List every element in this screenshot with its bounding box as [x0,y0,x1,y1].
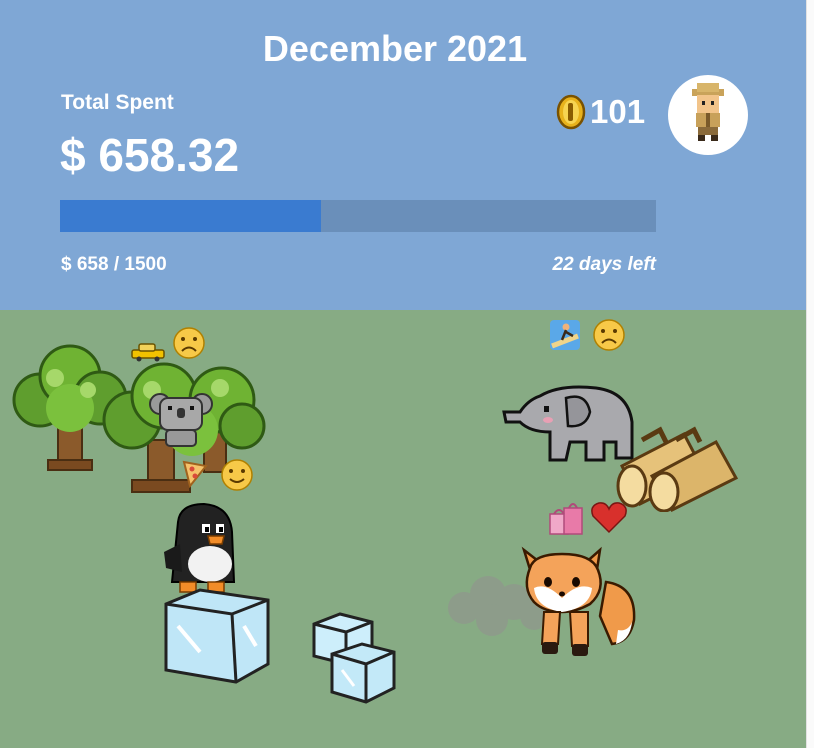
frown-emoji-icon [593,319,625,351]
taxi-icon [131,343,165,362]
ice-cubes-icon [312,612,396,704]
budget-header: December 2021 Total Spent $ 658.32 101 $… [0,0,806,310]
shopping-bags-icon [549,503,583,535]
pizza-icon [182,460,208,488]
frown-emoji-icon [173,327,205,359]
budget-progress-bar [60,200,656,232]
ice-block-icon [164,588,270,684]
fox-icon[interactable] [520,546,640,662]
smile-emoji-icon [221,459,253,491]
avatar-button[interactable] [668,75,748,155]
coin-counter: 101 [556,92,645,132]
window-edge [806,0,814,748]
heart-icon [591,502,627,534]
explorer-avatar-icon [692,83,724,141]
coin-count: 101 [590,93,646,130]
coin-icon [556,94,586,130]
budget-progress-fill [60,200,322,232]
koala-icon[interactable] [148,390,214,448]
total-spent-label: Total Spent [61,91,174,114]
days-left-label: 22 days left [552,254,657,275]
month-title: December 2021 [262,28,528,69]
penguin-icon[interactable] [158,502,244,598]
surfing-icon [550,320,580,350]
budget-progress-label: $ 658 / 1500 [61,254,167,275]
game-screen: December 2021 Total Spent $ 658.32 101 $… [0,0,806,748]
logs-icon [616,426,739,512]
total-spent-amount: $ 658.32 [60,129,240,181]
zoo-field [0,310,806,748]
